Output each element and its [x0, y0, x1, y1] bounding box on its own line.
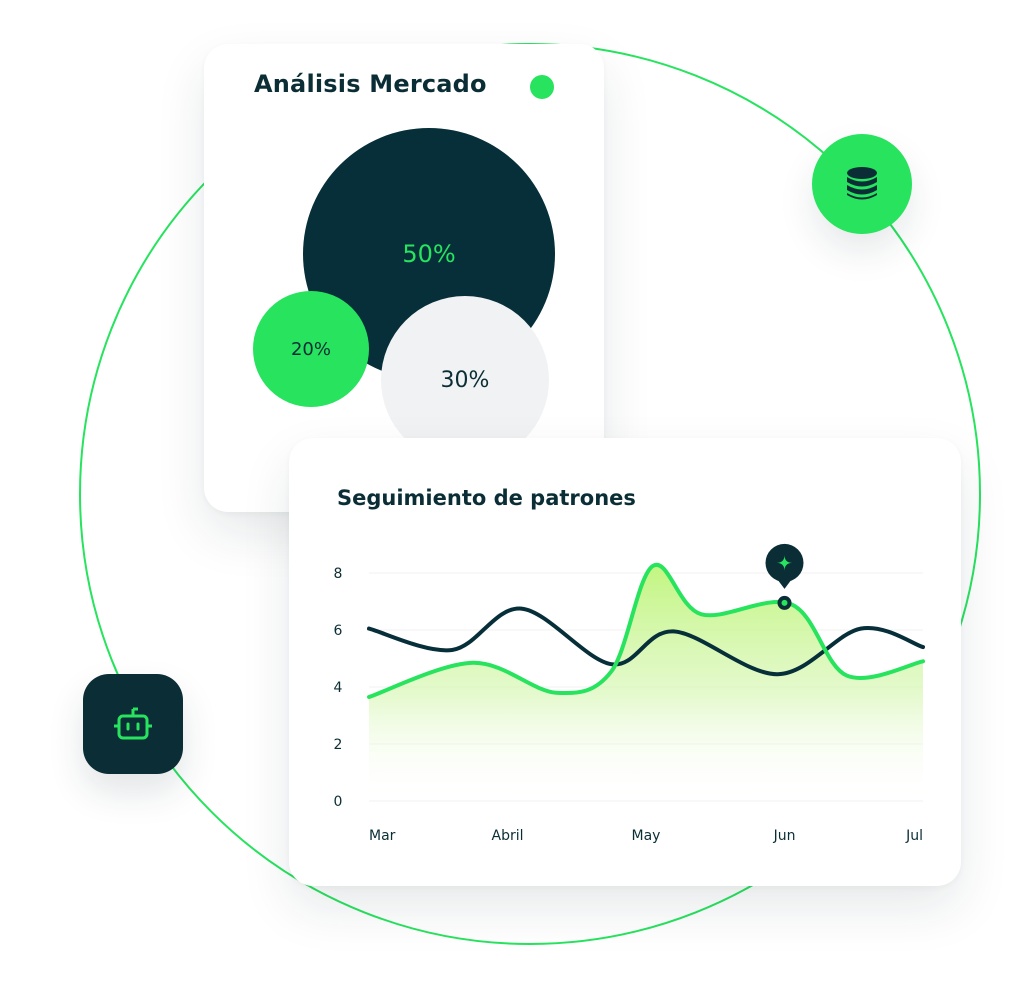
y-tick-label: 2 — [334, 737, 343, 753]
database-icon — [847, 167, 877, 200]
y-tick-label: 4 — [334, 680, 343, 696]
green-series-area — [369, 564, 923, 801]
pattern-tracking-card: Seguimiento de patrones 0 2 4 6 8 Mar Abril May… — [289, 438, 961, 886]
x-tick-label: Jul — [905, 828, 923, 844]
bubble-30-label: 30% — [440, 367, 490, 393]
marker-point-core — [781, 599, 788, 606]
x-tick-label: Jun — [773, 828, 796, 844]
line-chart: 0 2 4 6 8 Mar Abril May Jun Jul — [334, 543, 925, 844]
bubble-20-label: 20% — [290, 338, 331, 360]
database-badge — [812, 134, 912, 234]
market-card-title: Análisis Mercado — [254, 70, 487, 98]
y-tick-label: 8 — [334, 566, 343, 582]
status-dot — [530, 75, 554, 99]
y-tick-label: 0 — [334, 794, 343, 810]
bubble-20: 20% — [253, 291, 369, 407]
x-tick-label: May — [632, 828, 661, 844]
bubble-50-label: 50% — [402, 240, 456, 268]
robot-badge — [83, 674, 183, 774]
robot-icon — [114, 707, 152, 740]
x-tick-label: Abril — [492, 828, 524, 844]
y-tick-label: 6 — [334, 623, 343, 639]
x-tick-label: Mar — [369, 828, 396, 844]
